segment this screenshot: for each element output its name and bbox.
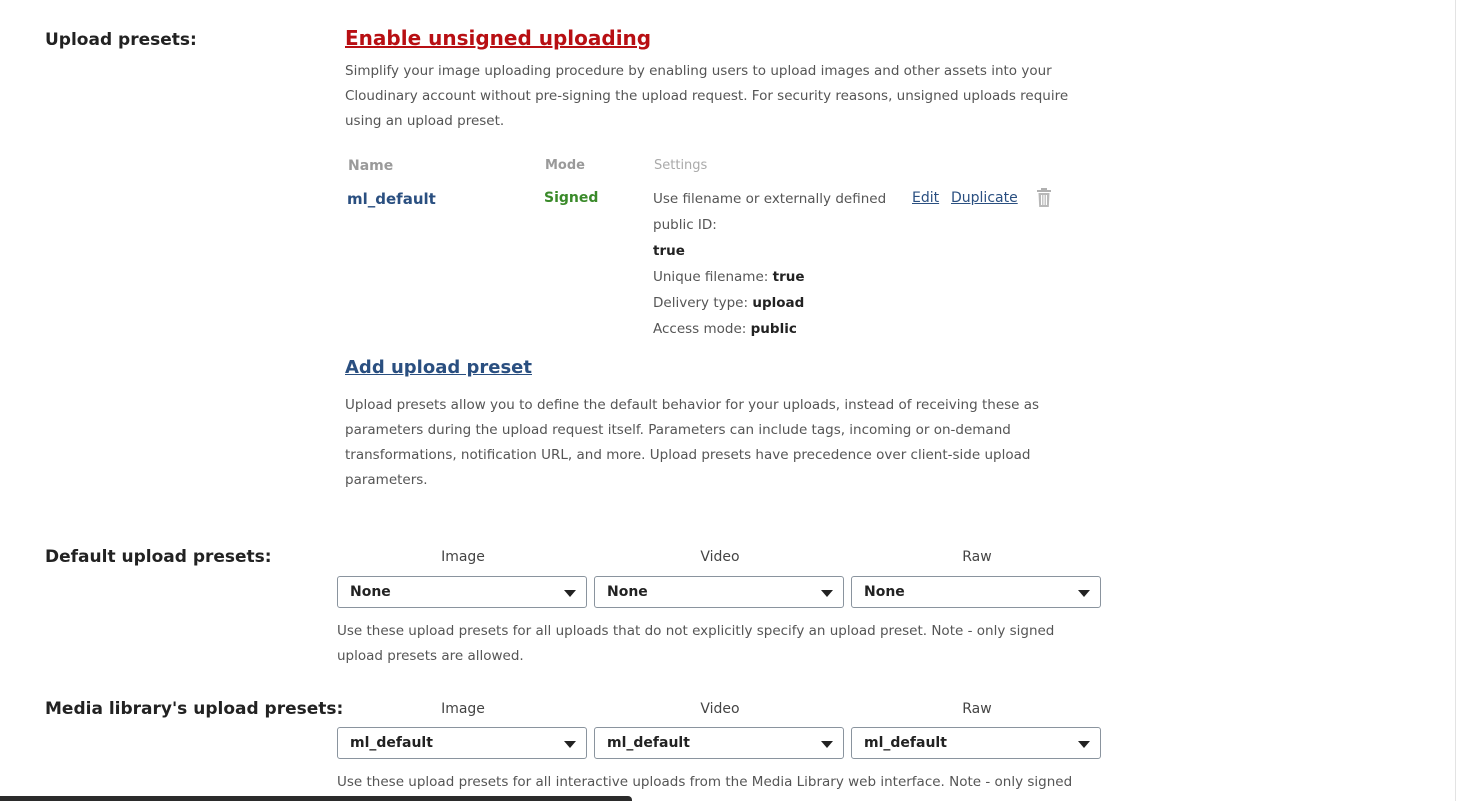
select-value: ml_default — [607, 735, 690, 751]
default-image-select[interactable]: None — [337, 576, 587, 608]
select-value: None — [864, 584, 905, 600]
ml-video-select[interactable]: ml_default — [594, 727, 844, 759]
preset-mode-badge: Signed — [544, 190, 599, 206]
note-line: Use these upload presets for all interac… — [337, 774, 1073, 790]
preset-settings: Use filename or externally defined publi… — [653, 186, 898, 342]
enable-unsigned-description: Simplify your image uploading procedure … — [345, 59, 1068, 134]
edit-preset-link[interactable]: Edit — [912, 190, 939, 206]
column-header-settings: Settings — [654, 158, 708, 173]
setting-access-value: public — [750, 321, 797, 337]
chevron-down-icon — [1078, 741, 1090, 748]
default-raw-header: Raw — [962, 549, 992, 565]
chevron-down-icon — [821, 741, 833, 748]
select-value: ml_default — [350, 735, 433, 751]
setting-access-label: Access mode: — [653, 321, 747, 337]
default-image-header: Image — [441, 549, 485, 565]
description-line: Upload presets allow you to define the d… — [345, 397, 1040, 413]
default-upload-presets-label: Default upload presets: — [45, 547, 272, 567]
preset-name-link[interactable]: ml_default — [347, 190, 436, 208]
trash-icon[interactable] — [1036, 188, 1052, 208]
add-upload-preset-link[interactable]: Add upload preset — [345, 357, 532, 378]
setting-unique-label: Unique filename: — [653, 269, 769, 285]
setting-delivery-label: Delivery type: — [653, 295, 749, 311]
chevron-down-icon — [564, 590, 576, 597]
ml-image-header: Image — [441, 701, 485, 717]
description-line: Cloudinary account without pre-signing t… — [345, 88, 1069, 104]
horizontal-scrollbar[interactable] — [0, 796, 632, 801]
description-line: parameters. — [345, 472, 428, 488]
note-line: upload presets are allowed. — [337, 648, 524, 664]
description-line: using an upload preset. — [345, 113, 505, 129]
setting-filename-label: Use filename or externally defined — [653, 191, 887, 207]
column-header-name: Name — [348, 158, 394, 174]
ml-raw-select[interactable]: ml_default — [851, 727, 1101, 759]
default-presets-note: Use these upload presets for all uploads… — [337, 619, 1054, 669]
description-line: parameters during the upload request its… — [345, 422, 1011, 438]
setting-filename-value: true — [653, 243, 685, 259]
chevron-down-icon — [564, 741, 576, 748]
ml-raw-header: Raw — [962, 701, 992, 717]
ml-image-select[interactable]: ml_default — [337, 727, 587, 759]
add-preset-description: Upload presets allow you to define the d… — [345, 393, 1039, 493]
setting-delivery-value: upload — [752, 295, 805, 311]
description-line: Simplify your image uploading procedure … — [345, 63, 1052, 79]
description-line: transformations, notification URL, and m… — [345, 447, 1031, 463]
setting-filename-label-cont: public ID: — [653, 217, 717, 233]
duplicate-preset-link[interactable]: Duplicate — [951, 190, 1018, 206]
chevron-down-icon — [821, 590, 833, 597]
select-value: None — [350, 584, 391, 600]
note-line: Use these upload presets for all uploads… — [337, 623, 1055, 639]
upload-presets-label: Upload presets: — [45, 30, 197, 50]
select-value: ml_default — [864, 735, 947, 751]
enable-unsigned-uploading-link[interactable]: Enable unsigned uploading — [345, 26, 651, 50]
column-header-mode: Mode — [545, 158, 585, 173]
ml-video-header: Video — [700, 701, 740, 717]
select-value: None — [607, 584, 648, 600]
default-video-header: Video — [700, 549, 740, 565]
media-library-presets-label: Media library's upload presets: — [45, 699, 344, 719]
ml-presets-note: Use these upload presets for all interac… — [337, 770, 1072, 795]
page-right-border — [1455, 0, 1456, 801]
setting-unique-value: true — [772, 269, 805, 285]
chevron-down-icon — [1078, 590, 1090, 597]
default-raw-select[interactable]: None — [851, 576, 1101, 608]
default-video-select[interactable]: None — [594, 576, 844, 608]
